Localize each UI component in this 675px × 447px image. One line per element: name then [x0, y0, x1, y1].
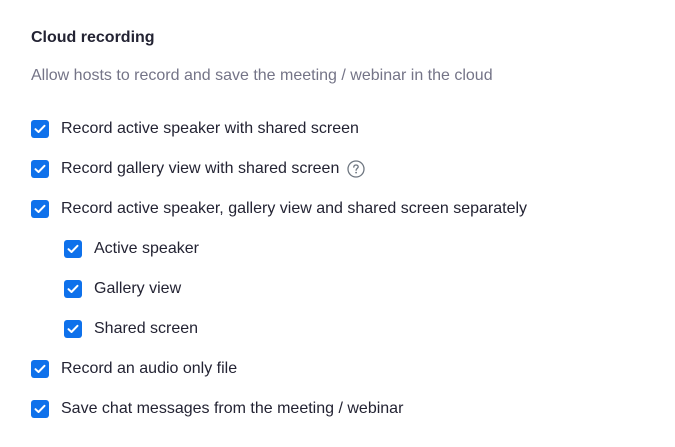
checkmark-icon: [67, 244, 79, 253]
option-label: Record gallery view with shared screen: [61, 160, 340, 177]
option-label: Record active speaker with shared screen: [61, 120, 359, 137]
section-title: Cloud recording: [31, 29, 155, 46]
checkbox-record-active-speaker-shared-screen[interactable]: [31, 120, 49, 138]
checkmark-icon: [67, 284, 79, 293]
option-label: Gallery view: [94, 280, 182, 297]
section-description: Allow hosts to record and save the meeti…: [31, 67, 493, 84]
option-record-active-speaker-shared-screen[interactable]: Record active speaker with shared screen: [31, 117, 359, 141]
checkbox-shared-screen[interactable]: [64, 320, 82, 338]
option-record-audio-only[interactable]: Record an audio only file: [31, 357, 237, 381]
checkbox-record-gallery-view-shared-screen[interactable]: [31, 160, 49, 178]
option-record-gallery-view-shared-screen[interactable]: Record gallery view with shared screen: [31, 157, 365, 181]
checkmark-icon: [34, 364, 46, 373]
checkmark-icon: [67, 324, 79, 333]
option-shared-screen[interactable]: Shared screen: [64, 317, 198, 341]
option-save-chat-messages[interactable]: Save chat messages from the meeting / we…: [31, 397, 403, 421]
option-label: Shared screen: [94, 320, 199, 337]
checkbox-save-chat-messages[interactable]: [31, 400, 49, 418]
checkmark-icon: [34, 404, 46, 413]
checkmark-icon: [34, 204, 46, 213]
checkbox-active-speaker[interactable]: [64, 240, 82, 258]
option-label: Active speaker: [94, 240, 199, 257]
checkmark-icon: [34, 124, 46, 133]
option-label: Record active speaker, gallery view and …: [61, 200, 528, 217]
checkbox-record-separately[interactable]: [31, 200, 49, 218]
option-record-separately[interactable]: Record active speaker, gallery view and …: [31, 197, 527, 221]
checkbox-gallery-view[interactable]: [64, 280, 82, 298]
option-label: Save chat messages from the meeting / we…: [61, 400, 404, 417]
checkbox-record-audio-only[interactable]: [31, 360, 49, 378]
option-gallery-view[interactable]: Gallery view: [64, 277, 181, 301]
checkmark-icon: [34, 164, 46, 173]
option-label: Record an audio only file: [61, 360, 238, 377]
question-circle-icon[interactable]: [347, 160, 365, 178]
option-active-speaker[interactable]: Active speaker: [64, 237, 199, 261]
